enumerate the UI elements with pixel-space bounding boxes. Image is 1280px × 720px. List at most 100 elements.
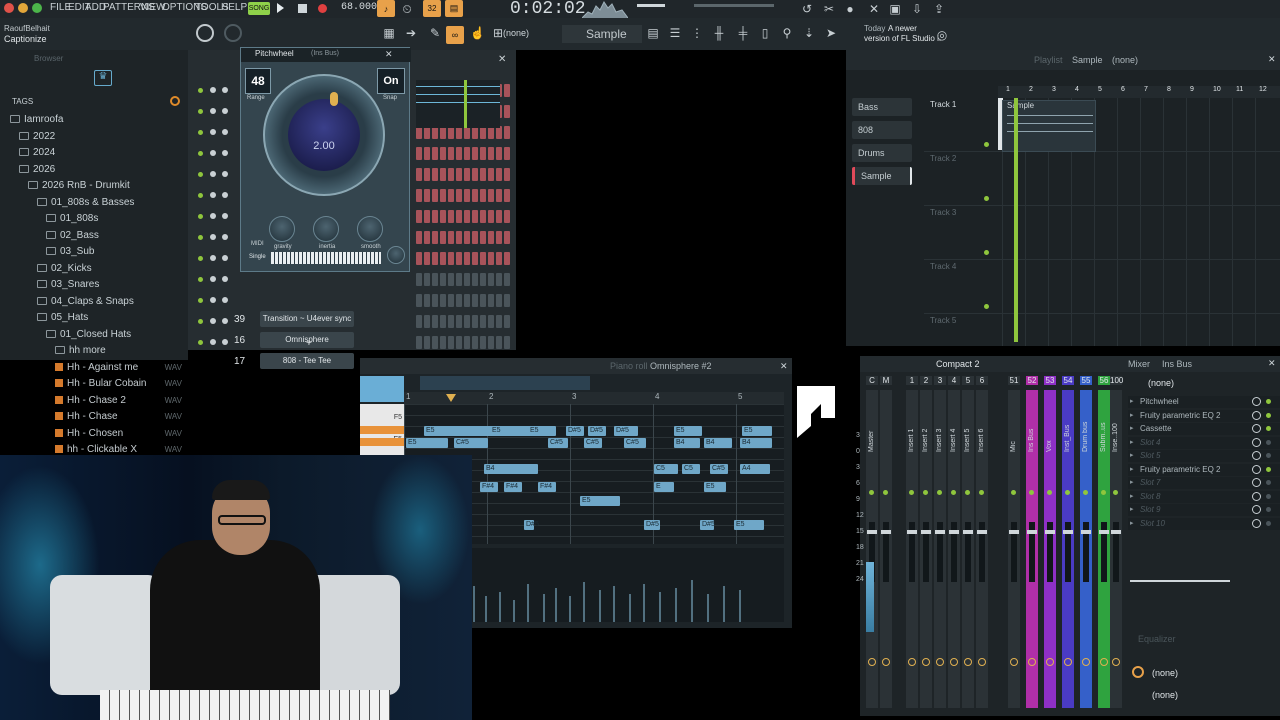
- mixer-icon[interactable]: ╫: [712, 26, 726, 40]
- channel-pan[interactable]: [222, 87, 228, 93]
- mixer-slot[interactable]: ▸ Slot 5: [1128, 450, 1280, 462]
- channel-led[interactable]: [198, 151, 203, 156]
- news-line2[interactable]: version of FL Studio i.: [864, 34, 941, 43]
- step-button[interactable]: [480, 294, 486, 307]
- browser-item[interactable]: 05_Hats: [37, 310, 188, 326]
- mixer-slot[interactable]: ▸ Slot 9: [1128, 504, 1280, 516]
- strip-led[interactable]: [1065, 490, 1070, 495]
- mixer-layout[interactable]: Compact 2: [936, 359, 980, 369]
- playlist-close-icon[interactable]: ✕: [1268, 54, 1276, 65]
- wait-icon[interactable]: ⏲: [400, 2, 414, 16]
- step-button[interactable]: [496, 168, 502, 181]
- strip-led[interactable]: [937, 490, 942, 495]
- search-icon[interactable]: [170, 96, 180, 106]
- track-label[interactable]: Track 5: [930, 316, 956, 325]
- piano-icon[interactable]: ▦: [382, 26, 396, 40]
- browser-item[interactable]: Hh - Against me WAV: [55, 360, 188, 376]
- step-button[interactable]: [440, 252, 446, 265]
- slot-green[interactable]: [1266, 439, 1271, 445]
- step-button[interactable]: [488, 315, 494, 328]
- add-channel-icon[interactable]: +: [306, 338, 312, 349]
- step-button[interactable]: [424, 168, 430, 181]
- pianoroll-note[interactable]: C5: [682, 464, 700, 474]
- step-button[interactable]: [464, 210, 470, 223]
- channel-mute[interactable]: [210, 276, 216, 282]
- strip-led[interactable]: [1047, 490, 1052, 495]
- file-icon[interactable]: ▯: [758, 26, 772, 40]
- eq-slider[interactable]: [1130, 580, 1230, 582]
- channel-mute[interactable]: [210, 339, 216, 345]
- pianoroll-note[interactable]: E5: [528, 426, 556, 436]
- pianoroll-note[interactable]: B4: [484, 464, 538, 474]
- step-button[interactable]: [424, 252, 430, 265]
- channel-mute[interactable]: [210, 318, 216, 324]
- pianoroll-ruler[interactable]: 1 2 3 4 5: [404, 392, 784, 404]
- pitch-wheel-center[interactable]: [288, 99, 360, 171]
- pianoroll-overview[interactable]: [420, 376, 590, 390]
- channel-led[interactable]: [198, 298, 203, 303]
- step-button[interactable]: [472, 315, 478, 328]
- tempo-display[interactable]: 68.000: [341, 2, 377, 13]
- browser-item[interactable]: 01_808s: [46, 211, 188, 227]
- step-button[interactable]: [432, 210, 438, 223]
- mixer-preset[interactable]: (none): [1148, 378, 1174, 388]
- step-button[interactable]: [456, 252, 462, 265]
- step-button[interactable]: [416, 210, 422, 223]
- step-button[interactable]: [440, 189, 446, 202]
- strip-led[interactable]: [1083, 490, 1088, 495]
- track-led[interactable]: [984, 196, 989, 201]
- step-button[interactable]: [480, 252, 486, 265]
- news-line1[interactable]: A newer: [888, 24, 917, 33]
- playlist-arrangement[interactable]: Sample: [1072, 55, 1103, 65]
- step-button[interactable]: [448, 189, 454, 202]
- slot-toggle[interactable]: [1252, 491, 1261, 501]
- strip-led[interactable]: [923, 490, 928, 495]
- channel-mute[interactable]: [210, 129, 216, 135]
- main-pitch-knob[interactable]: [224, 24, 242, 42]
- strip-fader-handle[interactable]: [867, 530, 877, 534]
- step-button[interactable]: [456, 315, 462, 328]
- step-button[interactable]: [456, 231, 462, 244]
- strip-led[interactable]: [1011, 490, 1016, 495]
- slot-green[interactable]: [1266, 480, 1271, 485]
- step-button[interactable]: [504, 84, 510, 97]
- step-button[interactable]: [440, 315, 446, 328]
- channel-led[interactable]: [198, 130, 203, 135]
- pianoroll-note[interactable]: C#5: [454, 438, 488, 448]
- step-button[interactable]: [496, 231, 502, 244]
- pianoroll-note[interactable]: E5: [674, 426, 702, 436]
- mode-label[interactable]: Single: [249, 254, 266, 260]
- step-button[interactable]: [496, 315, 502, 328]
- pianoroll-playhead-marker[interactable]: [446, 394, 456, 402]
- slot-toggle[interactable]: [1252, 505, 1261, 514]
- save-icon[interactable]: ▣: [888, 2, 902, 16]
- track-label[interactable]: Track 2: [930, 154, 956, 163]
- strip-fader-handle[interactable]: [881, 530, 891, 534]
- pianoroll-note[interactable]: E5: [490, 426, 530, 436]
- step-button[interactable]: [464, 147, 470, 160]
- step-button[interactable]: [456, 168, 462, 181]
- strip-send-icon[interactable]: [1064, 658, 1072, 666]
- slot-green[interactable]: [1266, 493, 1271, 499]
- step-button[interactable]: [448, 231, 454, 244]
- step-button[interactable]: [480, 273, 486, 286]
- track-label[interactable]: Track 4: [930, 262, 956, 271]
- strip-led[interactable]: [1113, 490, 1118, 495]
- pattern-item[interactable]: Drums: [852, 144, 912, 162]
- channel-pan[interactable]: [222, 150, 228, 156]
- browser-item[interactable]: Hh - Chase WAV: [55, 409, 188, 425]
- pianoroll-note[interactable]: C#5: [624, 438, 646, 448]
- piano-roll-icon[interactable]: ⋮: [690, 26, 704, 40]
- strip-fader-handle[interactable]: [921, 530, 931, 534]
- step-button[interactable]: [464, 168, 470, 181]
- strip-send-icon[interactable]: [1046, 658, 1054, 666]
- strip-led[interactable]: [1029, 490, 1034, 495]
- step-button[interactable]: [504, 210, 510, 223]
- pianoroll-note[interactable]: D#5: [700, 520, 715, 530]
- pianoroll-note[interactable]: C#5: [710, 464, 728, 474]
- step-button[interactable]: [464, 336, 470, 349]
- channel-mute[interactable]: [210, 255, 216, 261]
- track-label[interactable]: Track 3: [930, 208, 956, 217]
- channel-led[interactable]: [198, 214, 203, 219]
- step-button[interactable]: [496, 210, 502, 223]
